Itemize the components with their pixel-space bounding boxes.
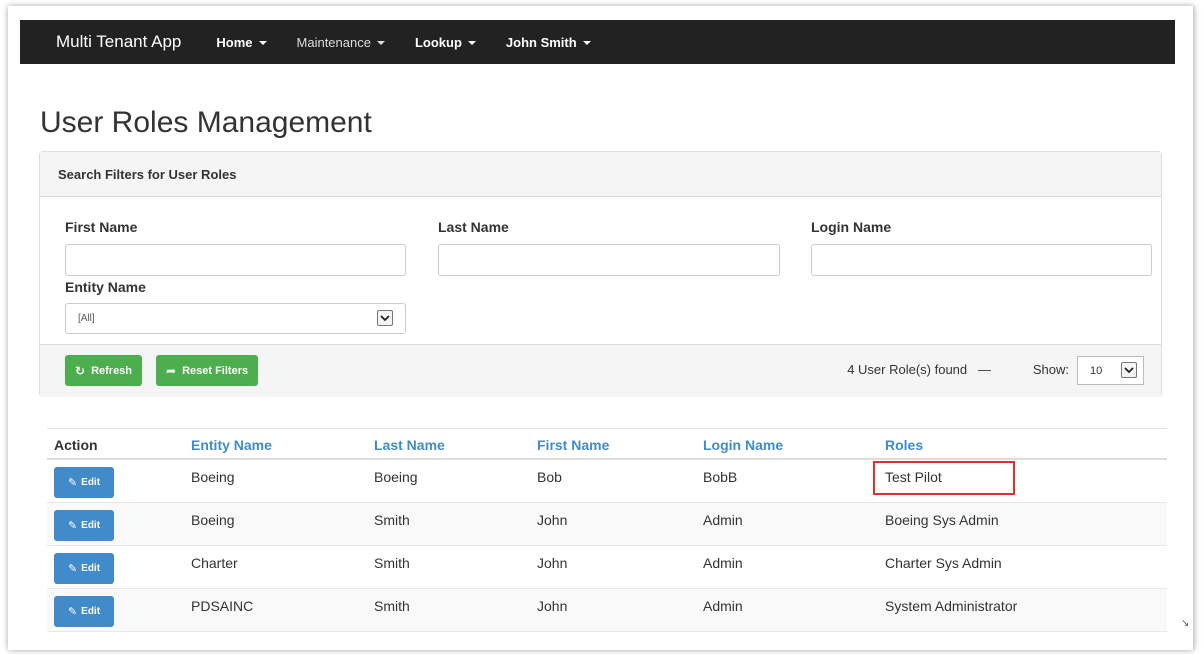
- edit-button[interactable]: ✎ Edit: [54, 467, 114, 498]
- entity-name-label: Entity Name: [65, 279, 146, 295]
- refresh-button-label: Refresh: [91, 364, 133, 377]
- nav-lookup-label: Lookup: [414, 34, 462, 50]
- table-row: ✎ Edit Boeing Smith John Admin Boeing Sys…: [47, 503, 1167, 546]
- cell-last-name: Boeing: [374, 469, 418, 485]
- cell-entity-name: Boeing: [191, 469, 235, 485]
- cell-login-name: Admin: [703, 555, 743, 571]
- reset-filters-label: Reset Filters: [182, 364, 249, 377]
- edit-button[interactable]: ✎ Edit: [54, 510, 114, 541]
- cell-role: System Administrator: [885, 598, 1018, 614]
- cell-role: Charter Sys Admin: [885, 555, 1002, 571]
- entity-name-select[interactable]: [All]: [65, 303, 406, 334]
- separator-dash: —: [978, 362, 991, 377]
- edit-icon: ✎: [67, 520, 78, 532]
- first-name-label: First Name: [65, 219, 138, 235]
- reset-filters-button[interactable]: ➦ Reset Filters: [156, 355, 259, 386]
- edit-button[interactable]: ✎ Edit: [54, 596, 114, 627]
- cell-role: Boeing Sys Admin: [885, 512, 999, 528]
- table-row: ✎ Edit PDSAINC Smith John Admin System Ad…: [47, 589, 1167, 632]
- cell-first-name: John: [537, 555, 568, 571]
- cell-first-name: John: [537, 512, 568, 528]
- cell-first-name: John: [537, 598, 568, 614]
- cell-entity-name: Charter: [191, 555, 238, 571]
- results-count: 4 User Role(s) found —: [847, 362, 991, 377]
- page-title: User Roles Management: [40, 106, 372, 139]
- last-name-label: Last Name: [438, 219, 509, 235]
- page-size-value: 10: [1090, 365, 1103, 377]
- highlight-box: [873, 461, 1015, 495]
- header-action: Action: [54, 437, 98, 453]
- nav-lookup[interactable]: Lookup: [415, 35, 476, 50]
- cell-last-name: Smith: [374, 512, 410, 528]
- caret-down-icon: [376, 41, 385, 45]
- nav-maintenance-label: Maintenance: [296, 34, 371, 50]
- cell-entity-name: Boeing: [191, 512, 235, 528]
- first-name-input[interactable]: [65, 244, 406, 276]
- resize-handle-icon[interactable]: ↘: [1181, 618, 1189, 629]
- cell-login-name: BobB: [703, 469, 738, 485]
- cell-entity-name: PDSAINC: [191, 598, 254, 614]
- edit-button-label: Edit: [81, 477, 101, 488]
- brand-link[interactable]: Multi Tenant App: [56, 32, 181, 52]
- cell-login-name: Admin: [703, 512, 743, 528]
- chevron-down-icon: [1121, 362, 1137, 378]
- cell-first-name: Bob: [537, 469, 562, 485]
- table-row: ✎ Edit Boeing Boeing Bob BobB Test Pilot: [47, 460, 1167, 503]
- edit-icon: ✎: [67, 563, 78, 575]
- edit-icon: ✎: [67, 477, 78, 489]
- header-entity-name[interactable]: Entity Name: [191, 437, 272, 453]
- chevron-down-icon: [377, 310, 393, 326]
- navbar: Multi Tenant App Home Maintenance Lookup…: [20, 20, 1175, 64]
- caret-down-icon: [467, 41, 476, 45]
- last-name-input[interactable]: [438, 244, 780, 276]
- search-filters-panel: Search Filters for User Roles First Name…: [39, 151, 1162, 397]
- show-label: Show:: [1032, 362, 1069, 377]
- nav-maintenance[interactable]: Maintenance: [297, 35, 385, 50]
- share-arrow-icon: ➦: [166, 363, 177, 378]
- refresh-button[interactable]: ↻ Refresh: [65, 355, 143, 386]
- cell-login-name: Admin: [703, 598, 743, 614]
- panel-footer: ↻ Refresh ➦ Reset Filters 4 User Role(s)…: [40, 344, 1161, 397]
- entity-name-selected: [All]: [78, 313, 95, 324]
- login-name-label: Login Name: [811, 219, 892, 235]
- user-roles-table: Action Entity Name Last Name First Name …: [47, 428, 1167, 632]
- refresh-icon: ↻: [75, 363, 86, 378]
- results-count-text: 4 User Role(s) found: [847, 362, 968, 377]
- cell-last-name: Smith: [374, 555, 410, 571]
- edit-button[interactable]: ✎ Edit: [54, 553, 114, 584]
- caret-down-icon: [258, 41, 267, 45]
- nav-home[interactable]: Home: [216, 34, 267, 50]
- nav-user-label: John Smith: [505, 34, 577, 50]
- edit-button-label: Edit: [81, 606, 101, 617]
- login-name-input[interactable]: [811, 244, 1152, 276]
- header-login-name[interactable]: Login Name: [703, 437, 783, 453]
- cell-last-name: Smith: [374, 598, 410, 614]
- nav-user-menu[interactable]: John Smith: [506, 35, 591, 50]
- header-last-name[interactable]: Last Name: [374, 437, 445, 453]
- edit-button-label: Edit: [81, 520, 101, 531]
- table-row: ✎ Edit Charter Smith John Admin Charter S…: [47, 546, 1167, 589]
- header-first-name[interactable]: First Name: [537, 437, 609, 453]
- edit-icon: ✎: [67, 606, 78, 618]
- table-header: Action Entity Name Last Name First Name …: [47, 428, 1167, 460]
- page-size-select[interactable]: 10: [1077, 356, 1144, 385]
- caret-down-icon: [582, 41, 591, 45]
- panel-heading: Search Filters for User Roles: [40, 152, 1161, 197]
- nav-home-label: Home: [216, 34, 253, 50]
- edit-button-label: Edit: [81, 563, 101, 574]
- header-roles[interactable]: Roles: [885, 437, 923, 453]
